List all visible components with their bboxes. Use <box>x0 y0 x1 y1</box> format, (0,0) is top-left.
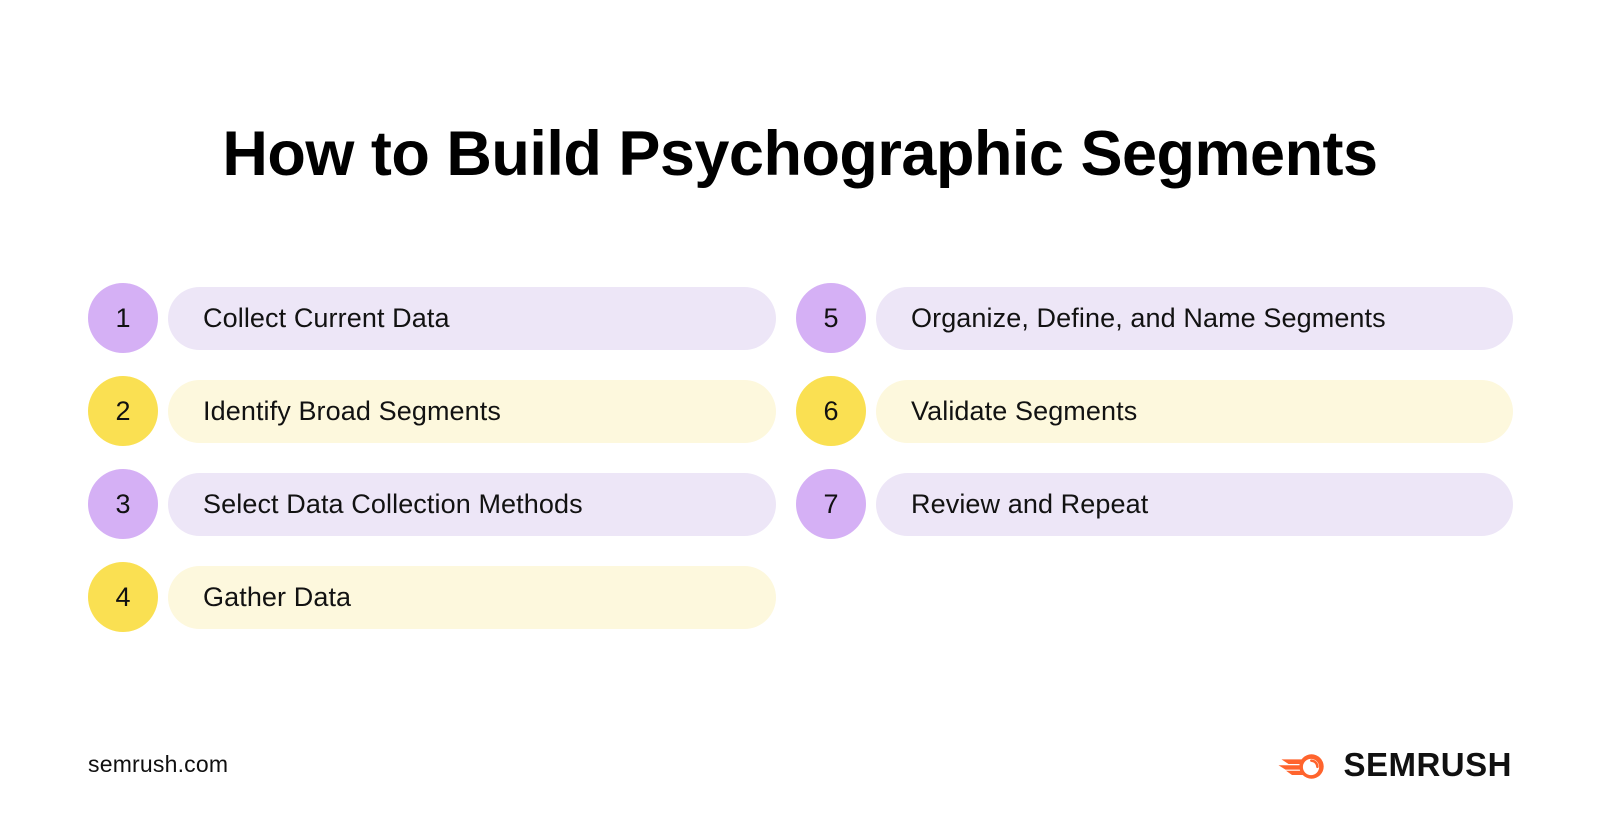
semrush-comet-icon <box>1278 746 1330 782</box>
step-label: Select Data Collection Methods <box>203 488 583 519</box>
step-pill: Gather Data <box>168 565 776 629</box>
step-row: 2 Identify Broad Segments <box>88 376 776 446</box>
step-number-badge: 1 <box>88 283 158 353</box>
step-row: 4 Gather Data <box>88 562 776 632</box>
steps-container: 1 Collect Current Data 2 Identify Broad Seg… <box>0 283 1600 633</box>
step-pill: Select Data Collection Methods <box>168 472 776 536</box>
step-number-badge: 3 <box>88 469 158 539</box>
step-label: Collect Current Data <box>203 302 450 333</box>
infographic-canvas: How to Build Psychographic Segments 1 Col… <box>0 0 1600 822</box>
step-row: 1 Collect Current Data <box>88 283 776 353</box>
semrush-wordmark: SEMRUSH <box>1343 745 1512 783</box>
steps-column-left: 1 Collect Current Data 2 Identify Broad Seg… <box>88 283 776 655</box>
step-label: Organize, Define, and Name Segments <box>911 302 1386 333</box>
step-row: 5 Organize, Define, and Name Segments <box>796 283 1513 353</box>
step-row: 3 Select Data Collection Methods <box>88 469 776 539</box>
footer: semrush.com SEMRUSH <box>0 742 1600 792</box>
step-label: Gather Data <box>203 581 352 612</box>
step-row: 7 Review and Repeat <box>796 469 1513 539</box>
steps-column-right: 5 Organize, Define, and Name Segments 6 Val… <box>796 283 1513 562</box>
footer-website-url: semrush.com <box>88 751 229 777</box>
step-pill: Identify Broad Segments <box>168 379 776 443</box>
step-row: 6 Validate Segments <box>796 376 1513 446</box>
step-label: Review and Repeat <box>911 488 1149 519</box>
step-pill: Organize, Define, and Name Segments <box>876 286 1513 350</box>
page-title: How to Build Psychographic Segments <box>222 119 1378 190</box>
step-label: Identify Broad Segments <box>203 395 501 426</box>
step-number-badge: 4 <box>88 562 158 632</box>
step-number-badge: 5 <box>796 283 866 353</box>
step-number-badge: 6 <box>796 376 866 446</box>
step-label: Validate Segments <box>911 395 1138 426</box>
step-number-badge: 7 <box>796 469 866 539</box>
semrush-logo: SEMRUSH <box>1278 742 1512 786</box>
step-number-badge: 2 <box>88 376 158 446</box>
step-pill: Collect Current Data <box>168 286 776 350</box>
step-pill: Review and Repeat <box>876 472 1513 536</box>
step-pill: Validate Segments <box>876 379 1513 443</box>
